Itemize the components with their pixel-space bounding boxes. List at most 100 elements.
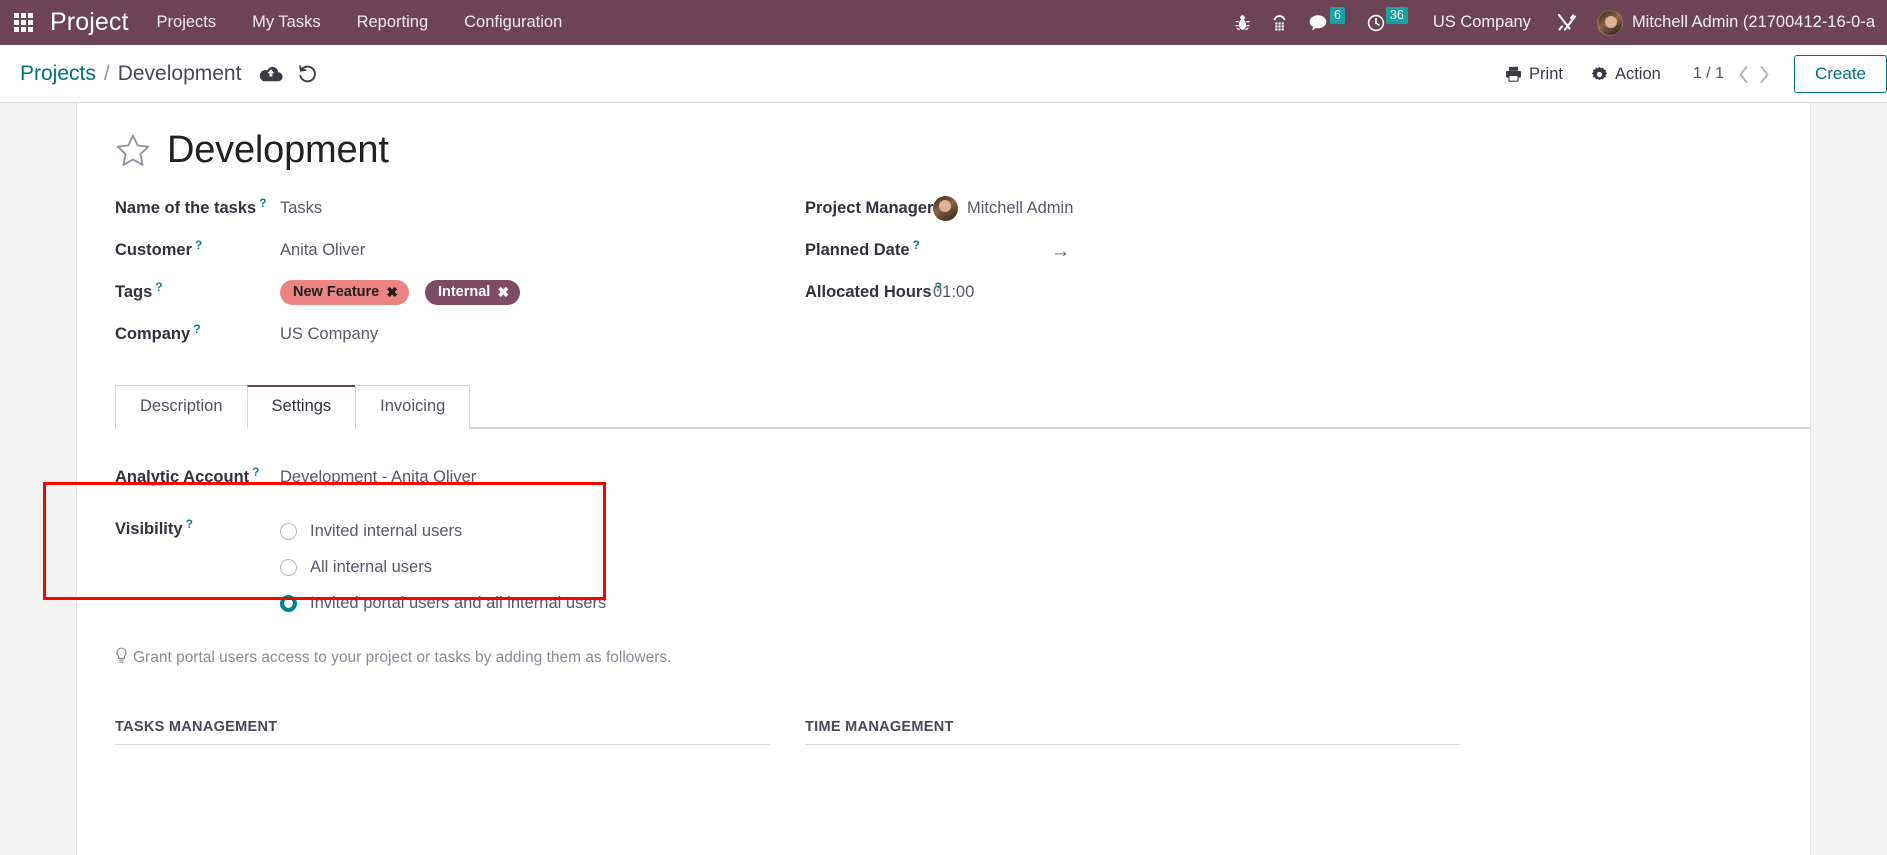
app-brand-project[interactable]: Project <box>46 8 139 37</box>
radio-label: Invited internal users <box>310 521 463 540</box>
radio-button[interactable] <box>280 558 297 576</box>
field-value[interactable]: Tasks <box>280 190 322 218</box>
print-button[interactable]: Print <box>1491 56 1577 92</box>
record-sheet: Development Name of the tasks ? Tasks Cu… <box>43 103 1811 855</box>
tags-container[interactable]: New Feature ✖ Internal ✖ <box>280 274 527 305</box>
field-label: Analytic Account ? <box>115 459 280 487</box>
radio-label: All internal users <box>310 557 432 576</box>
field-value[interactable]: Mitchell Admin <box>933 190 1073 221</box>
field-label: Project Manager ? <box>805 190 944 218</box>
section-tasks-management: TASKS MANAGEMENT <box>115 719 805 745</box>
field-value[interactable]: Development - Anita Oliver <box>280 459 476 487</box>
help-icon[interactable]: ? <box>935 280 942 294</box>
field-project-manager: Project Manager ? Mitchell Admin <box>805 190 1495 232</box>
field-tags: Tags ? New Feature ✖ Internal ✖ <box>115 274 805 316</box>
user-menu[interactable]: Mitchell Admin (21700412-16-0-a <box>1589 9 1887 36</box>
action-button[interactable]: Action <box>1577 56 1675 92</box>
chevron-right-icon[interactable] <box>1759 65 1770 84</box>
label-text: Name of the tasks <box>115 199 257 217</box>
label-text: Planned Date <box>805 241 910 259</box>
field-name-of-the-tasks: Name of the tasks ? Tasks <box>115 190 805 232</box>
breadcrumb-separator: / <box>103 61 110 85</box>
help-icon[interactable]: ? <box>259 196 266 210</box>
tabs-filler <box>469 384 1811 428</box>
label-text: Customer <box>115 241 193 259</box>
close-icon[interactable]: ✖ <box>497 285 509 299</box>
radio-label: Invited portal users and all internal us… <box>310 593 607 612</box>
undo-discard-icon[interactable] <box>297 64 318 84</box>
label-text: Visibility <box>115 520 183 538</box>
help-icon[interactable]: ? <box>195 238 202 252</box>
help-icon[interactable]: ? <box>252 465 259 479</box>
tab-settings[interactable]: Settings <box>246 385 357 429</box>
notebook-tabs: Description Settings Invoicing <box>115 384 1811 429</box>
field-analytic-account: Analytic Account ? Development - Anita O… <box>115 459 1810 501</box>
date-range-arrow-icon: → <box>1051 241 1070 262</box>
tag-label: Internal <box>437 284 491 300</box>
bug-icon[interactable] <box>1224 0 1261 45</box>
action-label: Action <box>1614 64 1661 83</box>
control-panel: Projects / Development Print Action 1 / … <box>0 45 1887 103</box>
star-outline-icon[interactable] <box>115 133 151 168</box>
field-planned-date: Planned Date ? → <box>805 232 1495 274</box>
breadcrumb: Projects / Development <box>20 62 241 86</box>
cloud-upload-save-icon[interactable] <box>259 65 284 83</box>
field-value[interactable]: US Company <box>280 316 378 344</box>
field-label: Tags ? <box>115 274 280 302</box>
control-panel-right: Print Action 1 / 1 Create <box>1491 45 1887 103</box>
field-value[interactable]: → <box>933 232 1070 263</box>
tab-invoicing[interactable]: Invoicing <box>355 385 471 429</box>
form-view-background: Development Name of the tasks ? Tasks Cu… <box>0 103 1887 855</box>
project-manager-name: Mitchell Admin <box>967 199 1074 217</box>
gear-icon <box>1591 66 1608 80</box>
activities-badge: 36 <box>1385 6 1408 25</box>
breadcrumb-current: Development <box>117 61 242 85</box>
menu-projects[interactable]: Projects <box>139 0 235 45</box>
activities-clock-icon[interactable]: 36 <box>1356 0 1419 45</box>
menu-reporting[interactable]: Reporting <box>339 0 447 45</box>
field-value[interactable]: Anita Oliver <box>280 232 365 260</box>
messages-badge: 6 <box>1329 6 1345 25</box>
tag-new-feature[interactable]: New Feature ✖ <box>280 280 409 305</box>
pager-arrows <box>1738 65 1786 84</box>
radio-all-internal-users[interactable]: All internal users <box>280 549 606 585</box>
phone-keypad-icon[interactable] <box>1261 0 1298 45</box>
create-button[interactable]: Create <box>1793 55 1887 93</box>
record-title-row: Development <box>77 129 1810 190</box>
form-left-column: Name of the tasks ? Tasks Customer ? Ani… <box>115 190 805 358</box>
tools-icon[interactable] <box>1545 0 1589 45</box>
close-icon[interactable]: ✖ <box>386 285 398 299</box>
radio-invited-internal-users[interactable]: Invited internal users <box>280 513 606 549</box>
visibility-radio-group: Invited internal users All internal user… <box>280 511 606 621</box>
tab-description[interactable]: Description <box>115 385 248 429</box>
menu-configuration[interactable]: Configuration <box>446 0 580 45</box>
breadcrumb-projects[interactable]: Projects <box>20 62 96 86</box>
top-navbar: Project Projects My Tasks Reporting Conf… <box>0 0 1887 45</box>
label-text: Project Manager <box>805 199 934 217</box>
company-switcher[interactable]: US Company <box>1419 13 1545 32</box>
form-right-column: Project Manager ? Mitchell Admin Planned… <box>805 190 1495 358</box>
tag-internal[interactable]: Internal ✖ <box>424 280 521 305</box>
settings-tab-panel: Analytic Account ? Development - Anita O… <box>43 429 1810 621</box>
field-label: Name of the tasks ? <box>115 190 280 218</box>
field-company: Company ? US Company <box>115 316 805 358</box>
apps-grid-icon[interactable] <box>0 0 46 45</box>
label-text: Company <box>115 325 191 343</box>
help-icon[interactable]: ? <box>193 322 200 336</box>
radio-button-selected[interactable] <box>280 594 297 612</box>
section-time-management: TIME MANAGEMENT <box>805 719 1495 745</box>
radio-invited-portal-and-internal-users[interactable]: Invited portal users and all internal us… <box>280 585 606 621</box>
help-icon[interactable]: ? <box>155 280 162 294</box>
menu-my-tasks[interactable]: My Tasks <box>234 0 338 45</box>
pager-counter[interactable]: 1 / 1 <box>1675 65 1738 83</box>
radio-button[interactable] <box>280 522 297 540</box>
page-title: Development <box>167 129 389 171</box>
chevron-left-icon[interactable] <box>1738 65 1749 84</box>
printer-icon <box>1506 66 1522 82</box>
help-icon[interactable]: ? <box>186 517 193 531</box>
section-title: TIME MANAGEMENT <box>805 719 1460 745</box>
help-icon[interactable]: ? <box>913 238 920 252</box>
messages-icon[interactable]: 6 <box>1298 0 1356 45</box>
field-label: Customer ? <box>115 232 280 260</box>
avatar <box>1596 9 1623 36</box>
